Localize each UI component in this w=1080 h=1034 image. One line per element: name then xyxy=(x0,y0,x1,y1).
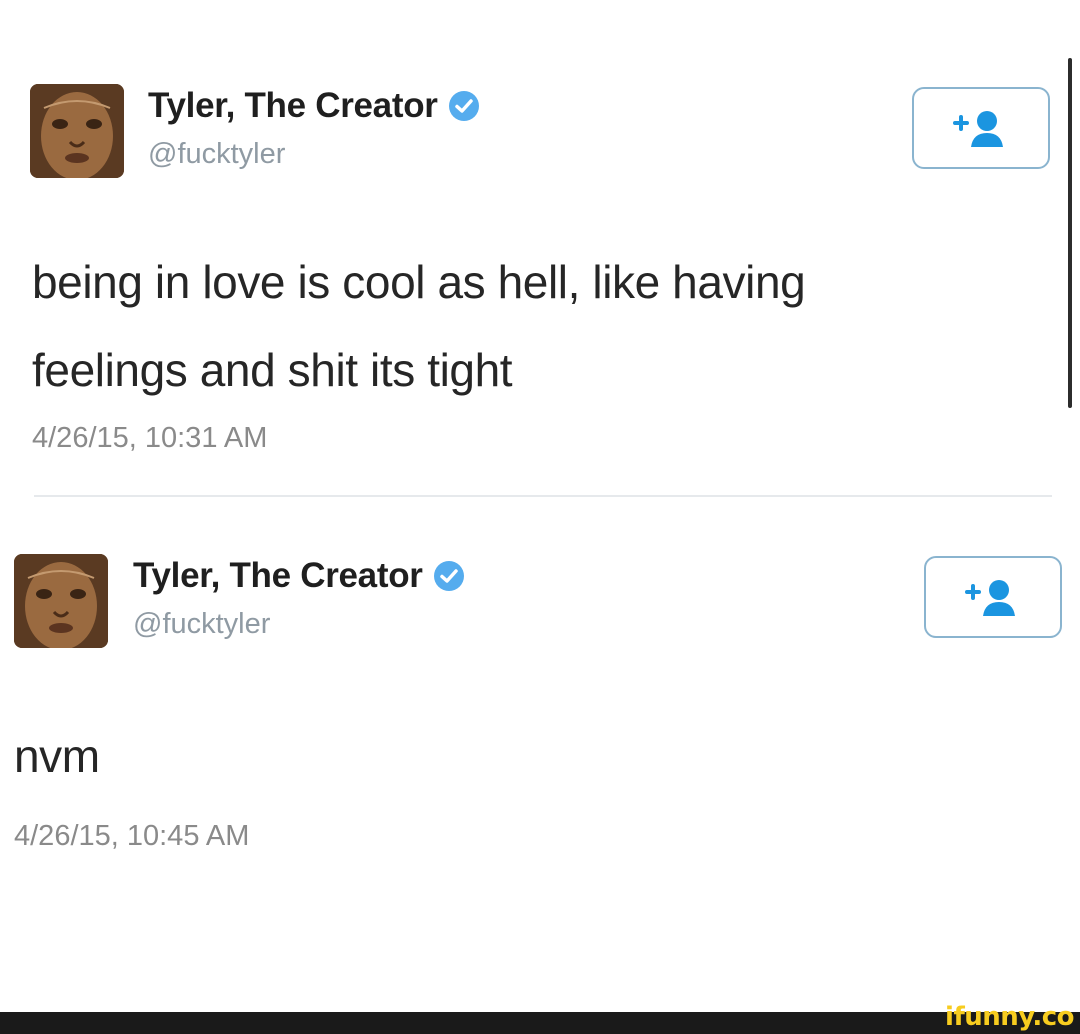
tweet-2: Tyler, The Creator @fucktyler nvm 4/26/1… xyxy=(0,0,1080,1012)
add-user-icon xyxy=(965,580,1015,616)
handle[interactable]: @fucktyler xyxy=(133,608,270,641)
avatar[interactable] xyxy=(14,554,108,648)
display-name-row: Tyler, The Creator xyxy=(133,556,465,596)
tweet-text: nvm xyxy=(14,712,100,800)
display-name[interactable]: Tyler, The Creator xyxy=(133,556,423,596)
watermark-logo: ifunny.co xyxy=(945,1002,1074,1032)
tweet-text-line: nvm xyxy=(14,730,100,782)
verified-badge-icon xyxy=(433,560,465,592)
scrollbar[interactable] xyxy=(1068,58,1072,408)
watermark-bar: ifunny.co xyxy=(0,1004,1080,1034)
timestamp[interactable]: 4/26/15, 10:45 AM xyxy=(14,820,249,853)
follow-button[interactable] xyxy=(924,556,1062,638)
